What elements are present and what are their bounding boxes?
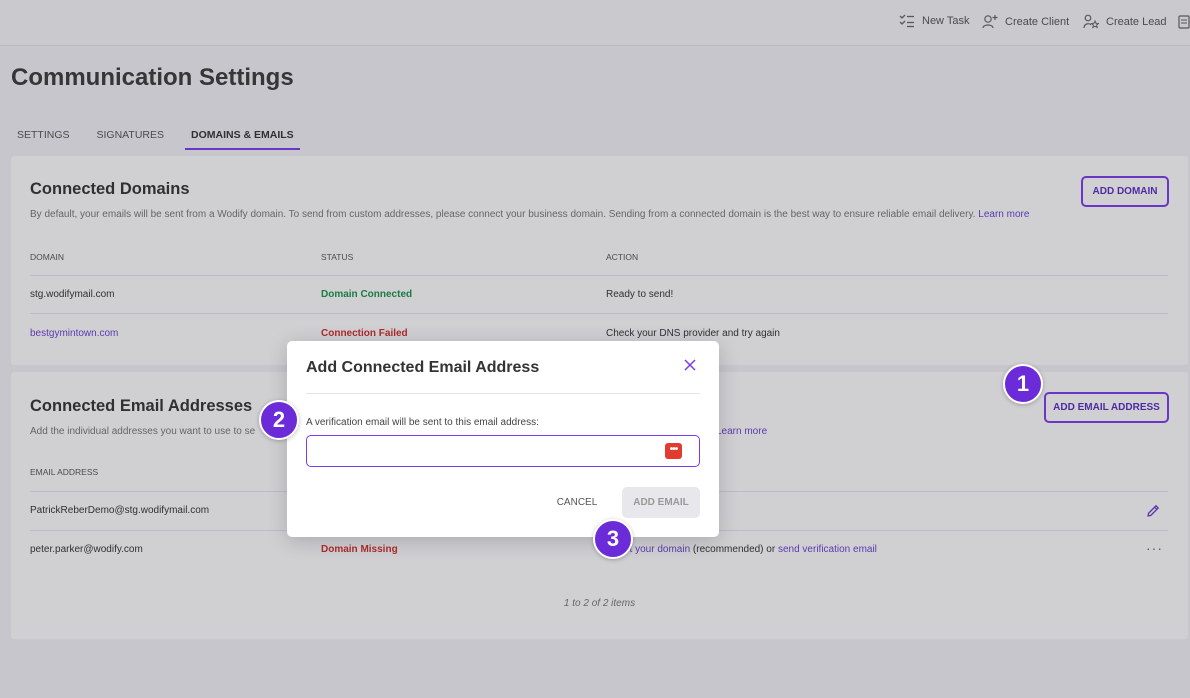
step-badge-1: 1 <box>1003 364 1043 404</box>
modal-divider <box>306 393 700 394</box>
email-field-label: A verification email will be sent to thi… <box>306 417 539 428</box>
password-manager-icon[interactable]: ••• <box>665 443 682 459</box>
cancel-button[interactable]: CANCEL <box>545 487 609 517</box>
email-field[interactable] <box>306 435 700 467</box>
step-badge-3: 3 <box>593 519 633 559</box>
close-icon[interactable] <box>682 357 698 373</box>
modal-title: Add Connected Email Address <box>306 359 540 376</box>
step-badge-2: 2 <box>259 400 299 440</box>
add-email-button[interactable]: ADD EMAIL <box>622 487 700 518</box>
add-email-modal: Add Connected Email Address A verificati… <box>287 341 719 537</box>
